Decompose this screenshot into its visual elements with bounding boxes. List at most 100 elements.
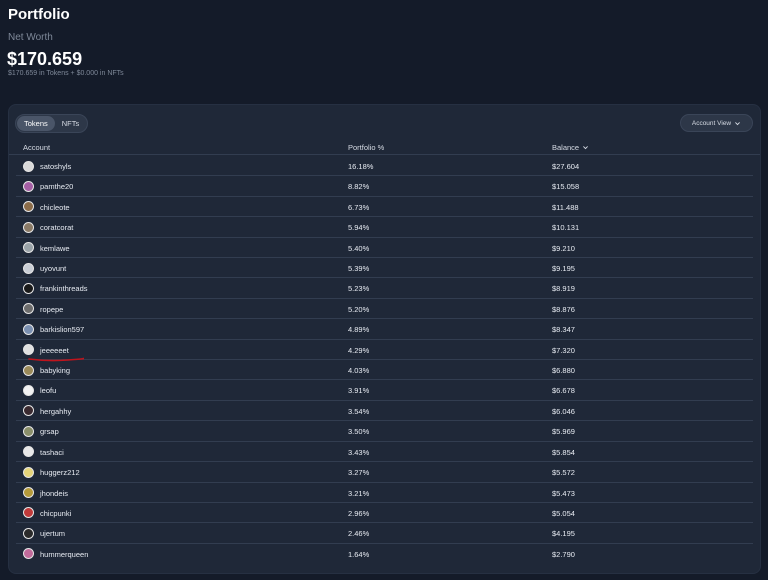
table-row[interactable]: pamthe20 8.82% $15.058	[16, 176, 753, 197]
portfolio-percent: 3.27%	[348, 468, 370, 478]
account-avatar	[23, 323, 34, 335]
net-worth-breakdown: $170.659 in Tokens + $0.000 in NFTs	[8, 70, 124, 77]
account-balance: $10.131	[552, 223, 580, 233]
table-row[interactable]: babyking 4.03% $6.880	[16, 360, 753, 381]
table-row[interactable]: jeeeeeet 4.29% $7.320	[16, 340, 753, 362]
account-name[interactable]: pamthe20	[40, 182, 73, 191]
account-name[interactable]: coratcorat	[40, 223, 73, 232]
tab-tokens[interactable]: Tokens	[17, 116, 55, 131]
account-balance: $7.320	[552, 345, 575, 355]
account-avatar	[23, 160, 34, 172]
net-worth-value: $170.659	[7, 49, 83, 69]
table-row[interactable]: chicpunki 2.96% $5.054	[16, 503, 753, 524]
portfolio-percent: 5.94%	[348, 223, 370, 233]
portfolio-percent: 3.91%	[348, 386, 370, 396]
tab-nfts[interactable]: NFTs	[55, 116, 87, 131]
portfolio-percent: 3.50%	[348, 427, 370, 437]
account-balance: $2.790	[552, 549, 575, 559]
table-row[interactable]: frankinthreads 5.23% $8.919	[16, 278, 753, 299]
account-avatar	[23, 405, 34, 417]
portfolio-percent: 8.82%	[348, 182, 370, 192]
account-balance: $5.473	[552, 488, 575, 498]
account-avatar	[23, 507, 34, 519]
portfolio-percent: 2.96%	[348, 508, 370, 518]
account-avatar	[23, 446, 34, 458]
portfolio-percent: 3.21%	[348, 488, 370, 498]
account-avatar	[23, 364, 34, 376]
account-name[interactable]: babyking	[40, 366, 70, 375]
portfolio-card: Tokens NFTs Account View Account Portfol…	[8, 104, 761, 574]
portfolio-percent: 4.03%	[348, 366, 370, 376]
table-row[interactable]: satoshyls 16.18% $27.604	[16, 156, 753, 177]
table-row[interactable]: hummerqueen 1.64% $2.790	[16, 544, 753, 564]
portfolio-percent: 5.20%	[348, 304, 370, 314]
account-name[interactable]: leofu	[40, 386, 56, 395]
table-row[interactable]: hergahhy 3.54% $6.046	[16, 401, 753, 422]
account-name[interactable]: jhondeis	[40, 489, 68, 498]
portfolio-percent: 6.73%	[348, 202, 370, 212]
asset-tabs: Tokens NFTs	[15, 114, 89, 133]
account-avatar	[23, 201, 34, 213]
column-balance-label: Balance	[552, 143, 580, 152]
portfolio-percent: 4.29%	[348, 345, 370, 355]
account-name[interactable]: jeeeeeet	[40, 346, 69, 355]
account-name[interactable]: barkislion597	[40, 325, 84, 334]
account-balance: $8.347	[552, 325, 575, 335]
table-row[interactable]: ujertum 2.46% $4.195	[16, 523, 753, 544]
account-avatar	[23, 487, 34, 498]
account-avatar	[23, 221, 34, 233]
table-row[interactable]: coratcorat 5.94% $10.131	[16, 217, 753, 238]
portfolio-percent: 5.39%	[348, 264, 370, 274]
account-balance: $5.854	[552, 447, 575, 457]
portfolio-percent: 5.40%	[348, 243, 370, 253]
account-name[interactable]: chicleote	[40, 203, 70, 212]
sort-desc-icon	[583, 146, 589, 150]
account-avatar	[23, 262, 34, 274]
account-name[interactable]: tashaci	[40, 448, 64, 457]
table-row[interactable]: leofu 3.91% $6.678	[16, 380, 753, 401]
account-name[interactable]: frankinthreads	[40, 284, 88, 293]
account-name[interactable]: huggerz212	[40, 468, 80, 477]
account-balance: $5.054	[552, 508, 575, 518]
account-name[interactable]: hummerqueen	[40, 550, 88, 559]
table-row[interactable]: huggerz212 3.27% $5.572	[16, 462, 753, 483]
account-table-body: satoshyls 16.18% $27.604 pamthe20 8.82% $15.0…	[9, 156, 760, 564]
column-account[interactable]: Account	[23, 143, 50, 152]
account-balance: $6.678	[552, 386, 575, 396]
account-name[interactable]: grsap	[40, 427, 59, 436]
account-name[interactable]: uyovunt	[40, 264, 66, 273]
table-row[interactable]: kemlawe 5.40% $9.210	[16, 238, 753, 259]
table-row[interactable]: ropepe 5.20% $8.876	[16, 299, 753, 320]
account-name[interactable]: satoshyls	[40, 162, 71, 171]
account-name[interactable]: ujertum	[40, 529, 65, 538]
column-balance[interactable]: Balance	[552, 143, 589, 152]
account-balance: $4.195	[552, 529, 575, 539]
table-row[interactable]: jhondeis 3.21% $5.473	[16, 483, 753, 503]
table-row[interactable]: tashaci 3.43% $5.854	[16, 442, 753, 463]
table-row[interactable]: grsap 3.50% $5.969	[16, 421, 753, 442]
account-view-dropdown[interactable]: Account View	[680, 114, 753, 132]
account-name[interactable]: kemlawe	[40, 244, 70, 253]
account-balance: $5.572	[552, 468, 575, 478]
account-name[interactable]: chicpunki	[40, 509, 71, 518]
table-row[interactable]: barkislion597 4.89% $8.347	[16, 319, 753, 340]
portfolio-percent: 3.54%	[348, 406, 370, 416]
column-portfolio-pct[interactable]: Portfolio %	[348, 143, 384, 152]
account-balance: $6.880	[552, 366, 575, 376]
account-balance: $27.604	[552, 162, 580, 171]
account-balance: $6.046	[552, 406, 575, 416]
account-avatar	[23, 180, 34, 192]
account-name[interactable]: hergahhy	[40, 407, 71, 416]
account-view-label: Account View	[691, 119, 732, 127]
account-balance: $9.210	[552, 243, 575, 253]
portfolio-percent: 5.23%	[348, 284, 370, 294]
account-avatar	[23, 466, 34, 478]
table-header: Account Portfolio % Balance	[9, 138, 760, 155]
portfolio-percent: 4.89%	[348, 325, 370, 335]
table-row[interactable]: uyovunt 5.39% $9.195	[16, 258, 753, 279]
chevron-down-icon	[735, 121, 741, 125]
account-balance: $15.058	[552, 182, 580, 192]
table-row[interactable]: chicleote 6.73% $11.488	[16, 197, 753, 218]
portfolio-percent: 2.46%	[348, 529, 370, 539]
account-name[interactable]: ropepe	[40, 305, 63, 314]
